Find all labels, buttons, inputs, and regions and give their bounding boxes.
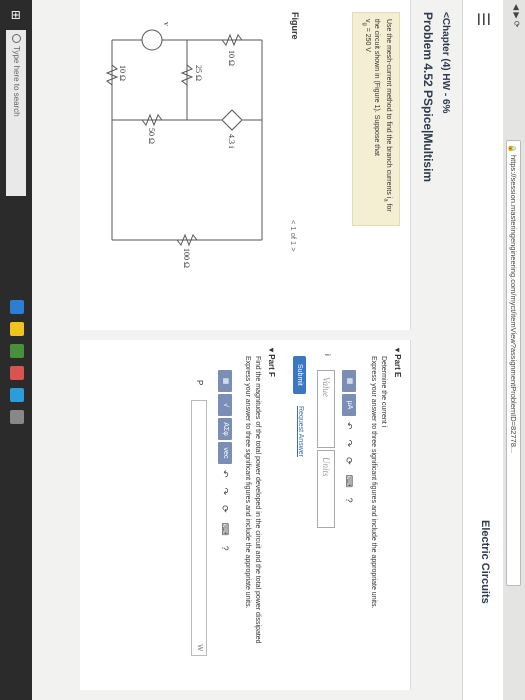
lock-icon: 🔒	[508, 144, 515, 153]
search-placeholder: Type here to search	[12, 46, 21, 117]
label-vg: v	[162, 22, 171, 26]
instructions-sub-a: a	[382, 198, 389, 202]
top-navigation: ☰ Electric Circuits	[462, 0, 503, 700]
instructions-line3b: = 250 V	[363, 25, 371, 53]
url-text: https://session.masteringengineering.com…	[509, 155, 518, 454]
template-button[interactable]: ▦	[342, 370, 356, 392]
reset-icon[interactable]: ⟳	[342, 453, 356, 469]
label-dep-source: 4.3 i	[227, 134, 236, 149]
part-e-answer-label: i	[323, 354, 332, 356]
vector-button[interactable]: vec	[218, 442, 232, 464]
undo-icon-f[interactable]: ↶	[218, 466, 232, 482]
answer-panel: ▾ Part E Determine the current i Express…	[80, 340, 411, 690]
menu-icon[interactable]: ☰	[473, 12, 493, 26]
help-icon-f[interactable]: ?	[218, 542, 232, 555]
label-r4: 50 Ω	[147, 128, 156, 144]
part-e-toolbar: ▦ μA ↶ ↷ ⟳ ⌨ ?	[342, 370, 356, 507]
part-f-title: Part F	[267, 354, 276, 377]
windows-icon[interactable]: ⊞	[9, 10, 23, 20]
app-icon-1[interactable]	[10, 300, 24, 314]
power-unit: W	[196, 644, 203, 651]
part-f-toolbar: ▦ √ ΑΣφ vec ↶ ↷ ⟳ ⌨ ?	[218, 370, 232, 555]
course-title: Electric Circuits	[479, 520, 491, 604]
symbols-button[interactable]: ΑΣφ	[218, 418, 232, 440]
search-icon	[12, 34, 21, 43]
voltage-source	[141, 29, 163, 51]
part-e-title: Part E	[393, 354, 402, 378]
value-input[interactable]: Value	[317, 370, 335, 448]
help-icon[interactable]: ?	[342, 494, 356, 507]
problem-panel: Use the mesh-current method to find the …	[80, 0, 411, 330]
figure-label: Figure	[290, 12, 300, 40]
part-f-text1: Find the magnitudes of the total power d…	[254, 356, 261, 644]
browser-bar: ◀ ▶ ⟳ 🔒 https://session.masteringenginee…	[502, 0, 525, 700]
part-f-text2: Express your answer to three significant…	[244, 356, 251, 609]
screen: ◀ ▶ ⟳ 🔒 https://session.masteringenginee…	[0, 0, 525, 700]
part-f-answer-label: P	[195, 380, 204, 386]
submit-button[interactable]: Submit	[293, 356, 306, 394]
page-title: Problem 4.52 PSpice|Multisim	[421, 12, 435, 183]
part-e-heading[interactable]: ▾ Part E	[393, 348, 402, 377]
label-r2: 25 Ω	[194, 65, 203, 81]
instructions-box: Use the mesh-current method to find the …	[352, 12, 400, 226]
units-input[interactable]: Units	[317, 450, 335, 528]
reset-icon-f[interactable]: ⟳	[218, 501, 232, 517]
template-button-f[interactable]: ▦	[218, 370, 232, 392]
redo-icon[interactable]: ↷	[342, 436, 356, 452]
folder-icon[interactable]	[10, 322, 24, 336]
label-r5: 100 Ω	[182, 248, 191, 268]
part-e-text1: Determine the current i	[380, 356, 387, 428]
taskbar-apps	[10, 300, 24, 424]
photo-frame: ◀ ▶ ⟳ 🔒 https://session.masteringenginee…	[0, 0, 525, 700]
redo-icon-f[interactable]: ↷	[218, 484, 232, 500]
label-r1: 10 Ω	[227, 50, 236, 66]
search-input[interactable]: Type here to search	[6, 30, 26, 196]
instructions-line1: Use the mesh-current method to find the …	[385, 19, 392, 199]
request-answer-link[interactable]: Request Answer	[297, 406, 304, 457]
power-input[interactable]: W	[191, 400, 207, 656]
undo-icon[interactable]: ↶	[342, 418, 356, 434]
browser-tabs-icon[interactable]: ◀ ▶ ⟳	[512, 4, 521, 27]
breadcrumb[interactable]: <Chapter (4) HW - 6%	[440, 12, 451, 113]
address-bar[interactable]: 🔒 https://session.masteringengineering.c…	[506, 140, 521, 586]
figure-pager[interactable]: < 1 of 1 >	[289, 220, 298, 252]
units-button[interactable]: μA	[342, 394, 356, 416]
keyboard-icon-f[interactable]: ⌨	[218, 519, 232, 540]
label-r3: 10 Ω	[118, 65, 127, 81]
part-f-heading[interactable]: ▾ Part F	[267, 348, 276, 377]
circuit-diagram: 10 Ω 25 Ω 10 Ω 50 Ω 100 Ω 4.3 i v	[105, 22, 263, 268]
app-icon-5[interactable]	[10, 388, 24, 402]
app-icon-4[interactable]	[10, 366, 24, 380]
taskbar: ⊞ Type here to search	[0, 0, 32, 700]
keyboard-icon[interactable]: ⌨	[342, 471, 356, 492]
app-icon-6[interactable]	[10, 410, 24, 424]
app-icon-3[interactable]	[10, 344, 24, 358]
part-e-text2: Express your answer to three significant…	[370, 356, 377, 609]
sqrt-button[interactable]: √	[218, 394, 232, 416]
dependent-source	[221, 109, 243, 131]
